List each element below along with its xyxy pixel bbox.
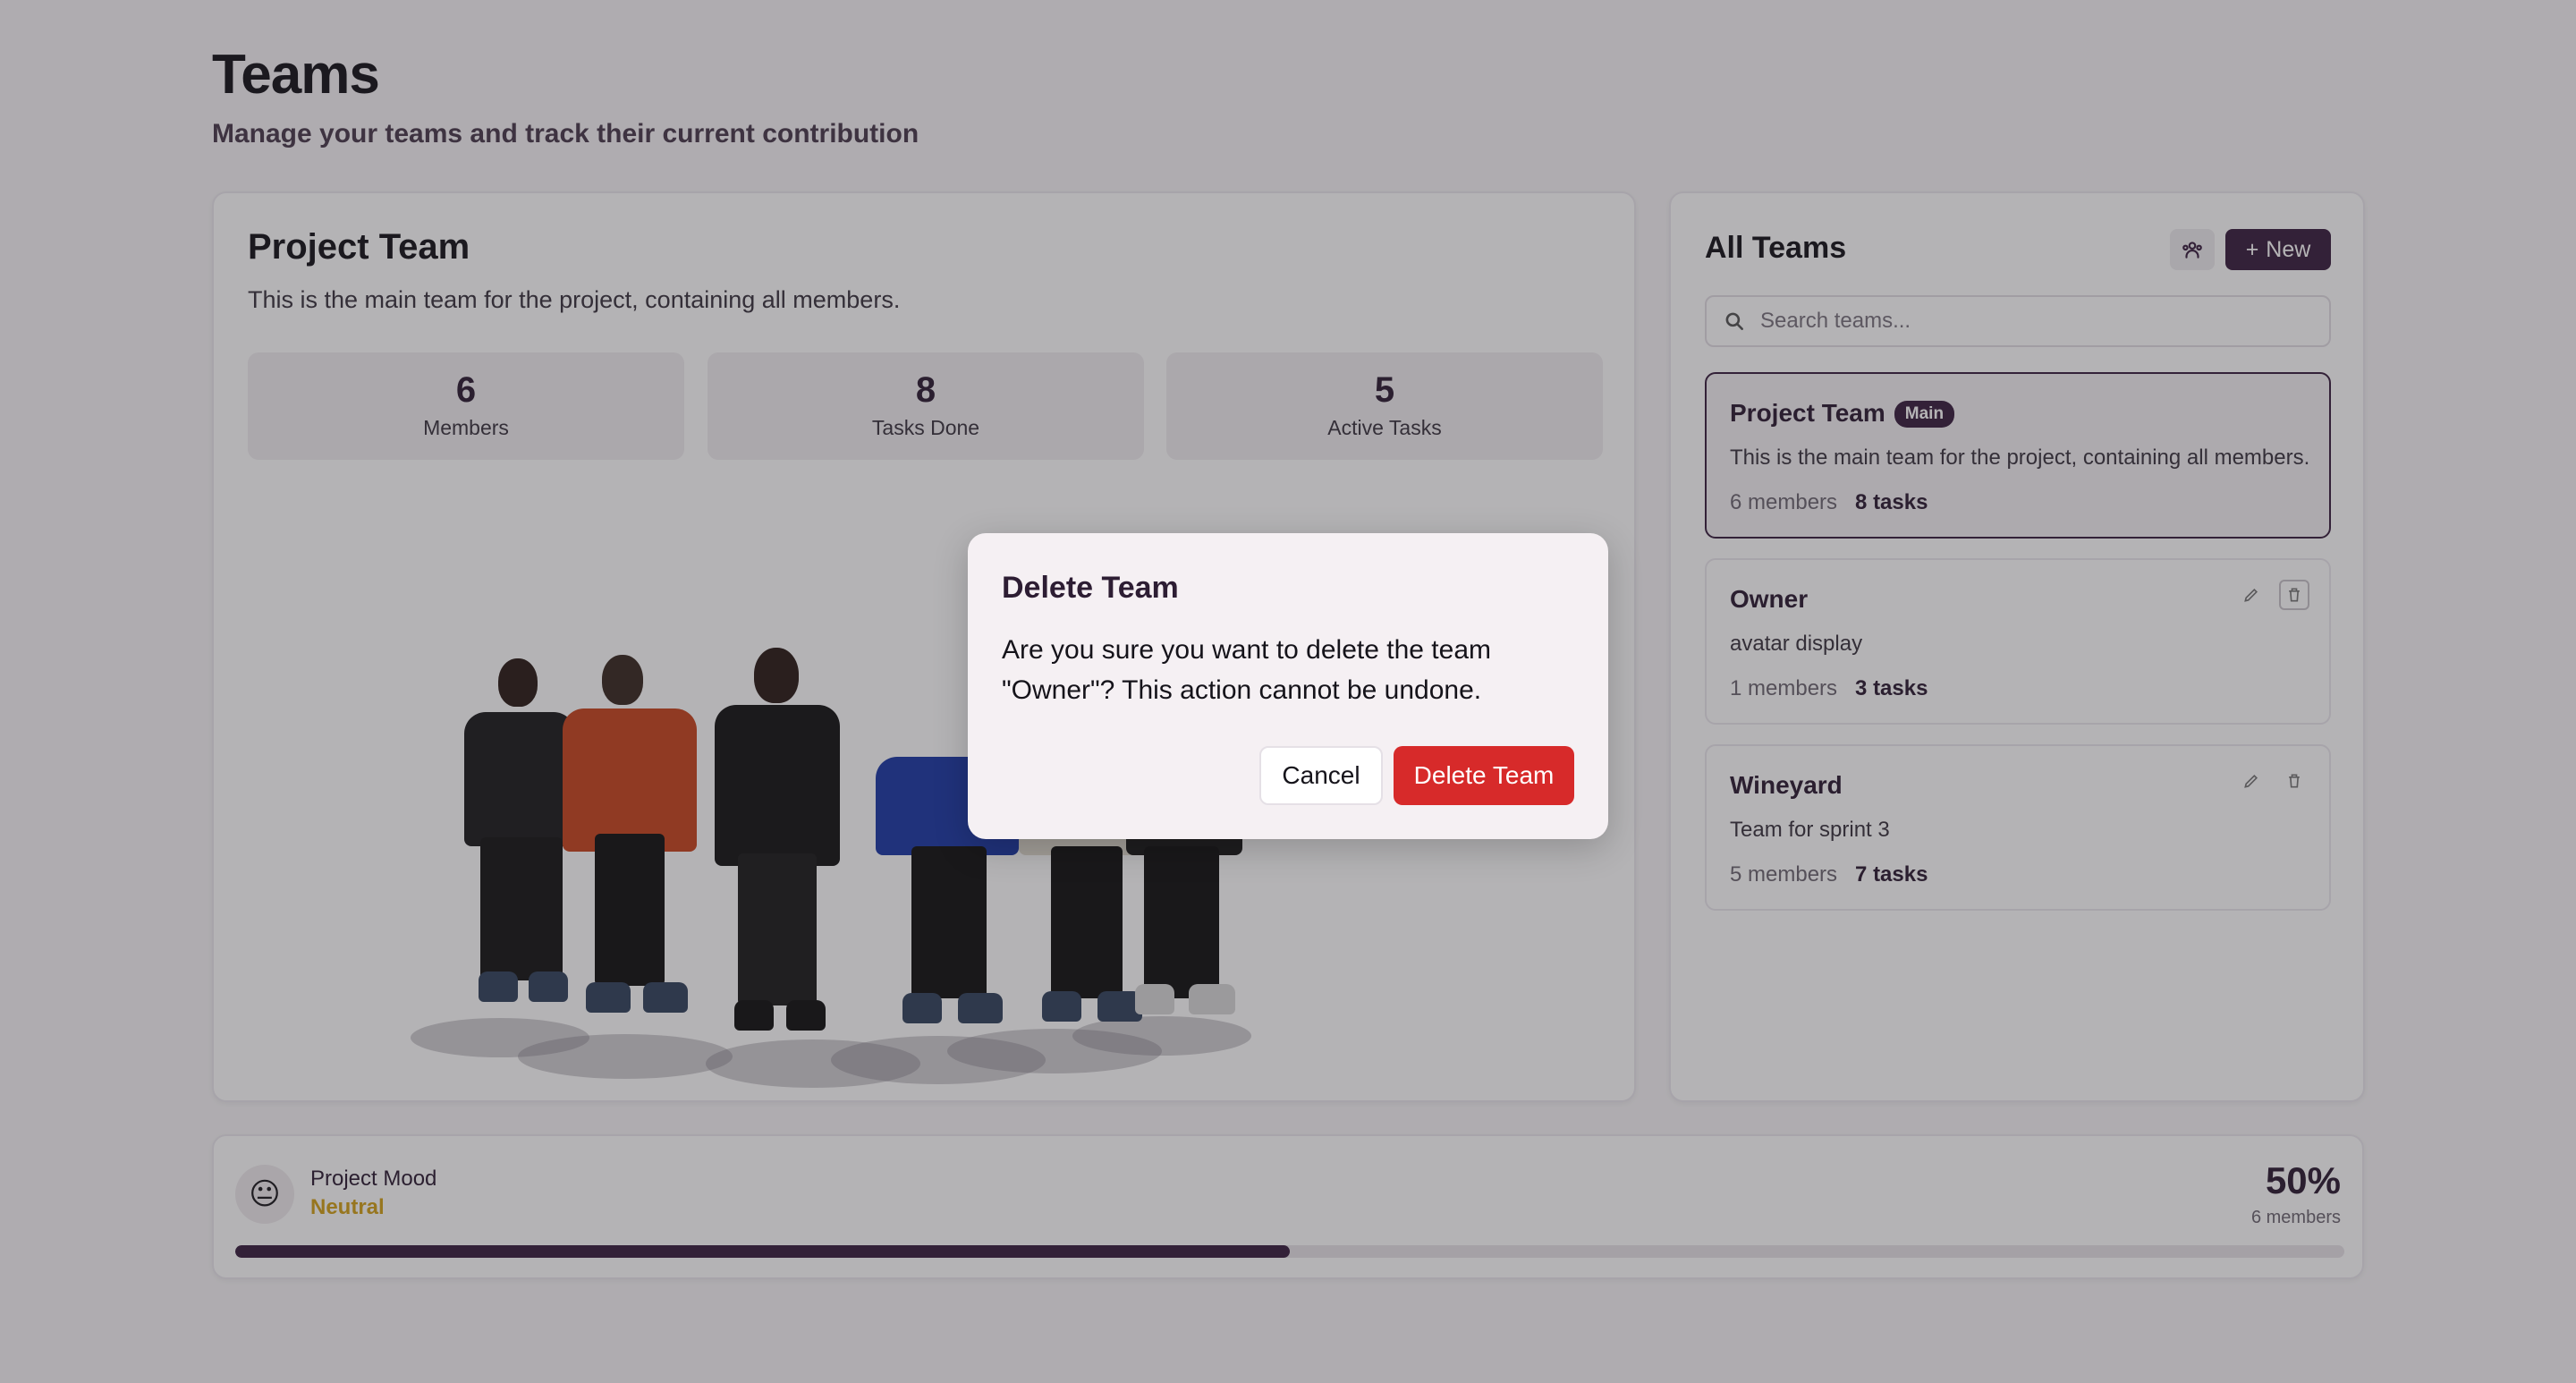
confirm-delete-button[interactable]: Delete Team [1394,746,1574,805]
delete-team-dialog: Delete Team Are you sure you want to del… [968,533,1608,839]
dialog-message: Are you sure you want to delete the team… [1002,635,1491,705]
cancel-button[interactable]: Cancel [1259,746,1383,805]
dialog-title: Delete Team [1002,571,1179,605]
